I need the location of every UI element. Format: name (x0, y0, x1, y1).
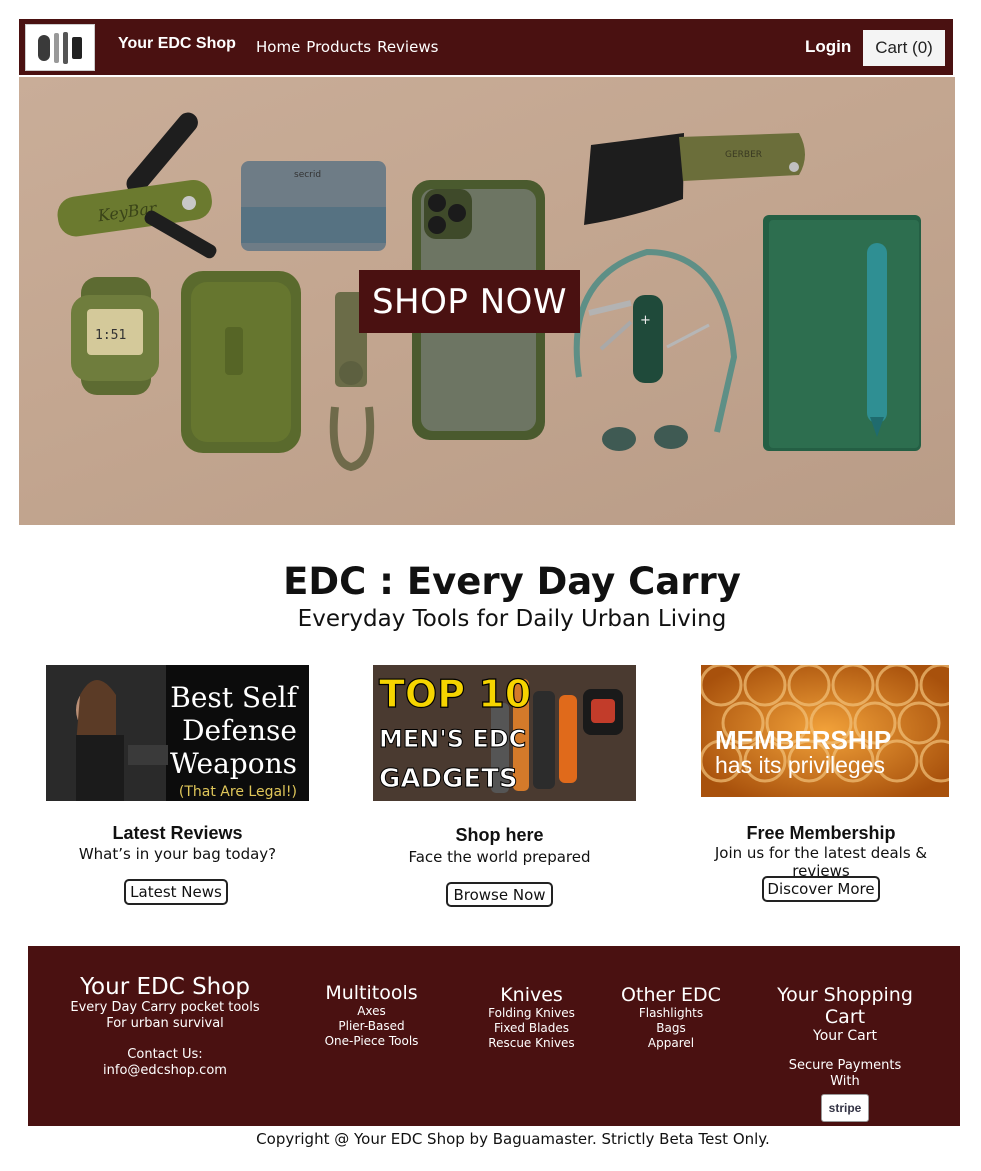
card2-image-line1: TOP 10 (379, 672, 531, 716)
site-logo[interactable] (25, 24, 95, 71)
page-title: EDC : Every Day Carry (283, 560, 741, 603)
card3-image-line1: MEMBERSHIP (715, 725, 891, 755)
stripe-logo-icon: stripe (821, 1094, 869, 1122)
footer-cart-column: Your Shopping Cart Your Cart Secure Paym… (755, 984, 935, 1122)
card1-image-line2: Defense (182, 714, 297, 747)
footer-shop-line1: Every Day Carry pocket tools (70, 1000, 260, 1015)
footer-other-title[interactable]: Other EDC (613, 984, 729, 1006)
brand-name[interactable]: Your EDC Shop (118, 35, 236, 53)
footer-cart-title[interactable]: Your Shopping Cart (755, 984, 935, 1028)
digital-watch-icon: 1:51 (71, 277, 159, 395)
browse-now-button[interactable]: Browse Now (446, 882, 553, 907)
self-defense-banner-image[interactable]: Best Self Defense Weapons (That Are Lega… (46, 665, 309, 801)
svg-text:GERBER: GERBER (725, 150, 762, 160)
copyright-notice: Copyright @ Your EDC Shop by Baguamaster… (256, 1130, 770, 1148)
self-defense-illustration: Best Self Defense Weapons (That Are Lega… (46, 665, 300, 801)
footer-flashlights-link[interactable]: Flashlights (613, 1006, 729, 1021)
swiss-army-knife-icon: + (588, 295, 710, 383)
nav-products-link[interactable]: Products (306, 38, 371, 56)
footer-shop-column: Your EDC Shop Every Day Carry pocket too… (60, 974, 270, 1079)
discover-more-button[interactable]: Discover More (762, 876, 880, 902)
footer-fixed-blades-link[interactable]: Fixed Blades (469, 1021, 594, 1036)
top10-gadgets-illustration: TOP 10 MEN'S EDC GADGETS (373, 665, 636, 801)
card3-title: Free Membership (746, 823, 896, 843)
login-link[interactable]: Login (805, 37, 851, 57)
hero-banner: KeyBar secrid GERBER 1:51 + SHOP NOW (19, 77, 955, 525)
footer-bags-link[interactable]: Bags (613, 1021, 729, 1036)
svg-text:secrid: secrid (294, 170, 321, 180)
footer-contact-label: Contact Us: (127, 1047, 203, 1062)
footer-apparel-link[interactable]: Apparel (613, 1036, 729, 1051)
hard-case-icon (181, 271, 301, 453)
page-subtitle: Everyday Tools for Daily Urban Living (297, 606, 727, 632)
key-organizer-icon: KeyBar (57, 112, 217, 259)
card3-image-line2: has its privileges (715, 752, 885, 778)
top-navbar: Your EDC Shop Home Products Reviews Logi… (19, 19, 953, 75)
footer-knives-column: Knives Folding Knives Fixed Blades Rescu… (469, 984, 594, 1051)
footer-plier-based-link[interactable]: Plier-Based (304, 1019, 439, 1034)
card1-image-line1: Best Self (170, 681, 299, 714)
top10-gadgets-banner-image[interactable]: TOP 10 MEN'S EDC GADGETS (373, 665, 636, 801)
footer-contact-email[interactable]: info@edcshop.com (60, 1063, 270, 1079)
footer-folding-knives-link[interactable]: Folding Knives (469, 1006, 594, 1021)
nav-reviews-link[interactable]: Reviews (377, 38, 438, 56)
membership-banner-image[interactable]: MEMBERSHIP has its privileges (701, 665, 949, 797)
footer-shop-line2: For urban survival (106, 1016, 224, 1031)
footer-knives-title[interactable]: Knives (469, 984, 594, 1006)
card1-subtitle: What’s in your bag today? (78, 845, 277, 863)
footer-rescue-knives-link[interactable]: Rescue Knives (469, 1036, 594, 1051)
svg-text:+: + (640, 313, 651, 328)
footer-shop-title: Your EDC Shop (80, 974, 250, 1000)
honeycomb-illustration: MEMBERSHIP has its privileges (701, 665, 949, 797)
footer-secure-line1: Secure Payments (788, 1058, 902, 1073)
svg-text:1:51: 1:51 (95, 328, 126, 343)
card2-image-line2: MEN'S EDC (379, 725, 526, 753)
main-nav: Home Products Reviews (256, 38, 438, 56)
site-footer: Your EDC Shop Every Day Carry pocket too… (28, 946, 960, 1126)
cleaver-knife-icon: GERBER (584, 133, 805, 225)
pen-icon (867, 243, 887, 437)
footer-multitools-title[interactable]: Multitools (304, 982, 439, 1004)
latest-news-button[interactable]: Latest News (124, 879, 228, 905)
footer-your-cart-link[interactable]: Your Cart (755, 1028, 935, 1044)
footer-axes-link[interactable]: Axes (304, 1004, 439, 1019)
footer-other-column: Other EDC Flashlights Bags Apparel (613, 984, 729, 1051)
footer-secure-line2: With (830, 1074, 860, 1089)
notebook-icon (763, 215, 921, 451)
card1-image-line3: Weapons (170, 747, 297, 780)
card2-title: Shop here (455, 825, 544, 845)
footer-multitools-column: Multitools Axes Plier-Based One-Piece To… (304, 982, 439, 1049)
card-wallet-icon: secrid (241, 161, 386, 251)
card2-image-line3: GADGETS (379, 764, 518, 794)
card1-image-line4: (That Are Legal!) (179, 784, 297, 800)
card2-subtitle: Face the world prepared (408, 848, 591, 866)
nav-home-link[interactable]: Home (256, 38, 300, 56)
shop-now-button[interactable]: SHOP NOW (359, 270, 580, 333)
card3-subtitle: Join us for the latest deals & reviews (714, 844, 928, 880)
card1-title: Latest Reviews (112, 823, 243, 843)
footer-one-piece-link[interactable]: One-Piece Tools (304, 1034, 439, 1049)
cart-button[interactable]: Cart (0) (863, 30, 945, 66)
